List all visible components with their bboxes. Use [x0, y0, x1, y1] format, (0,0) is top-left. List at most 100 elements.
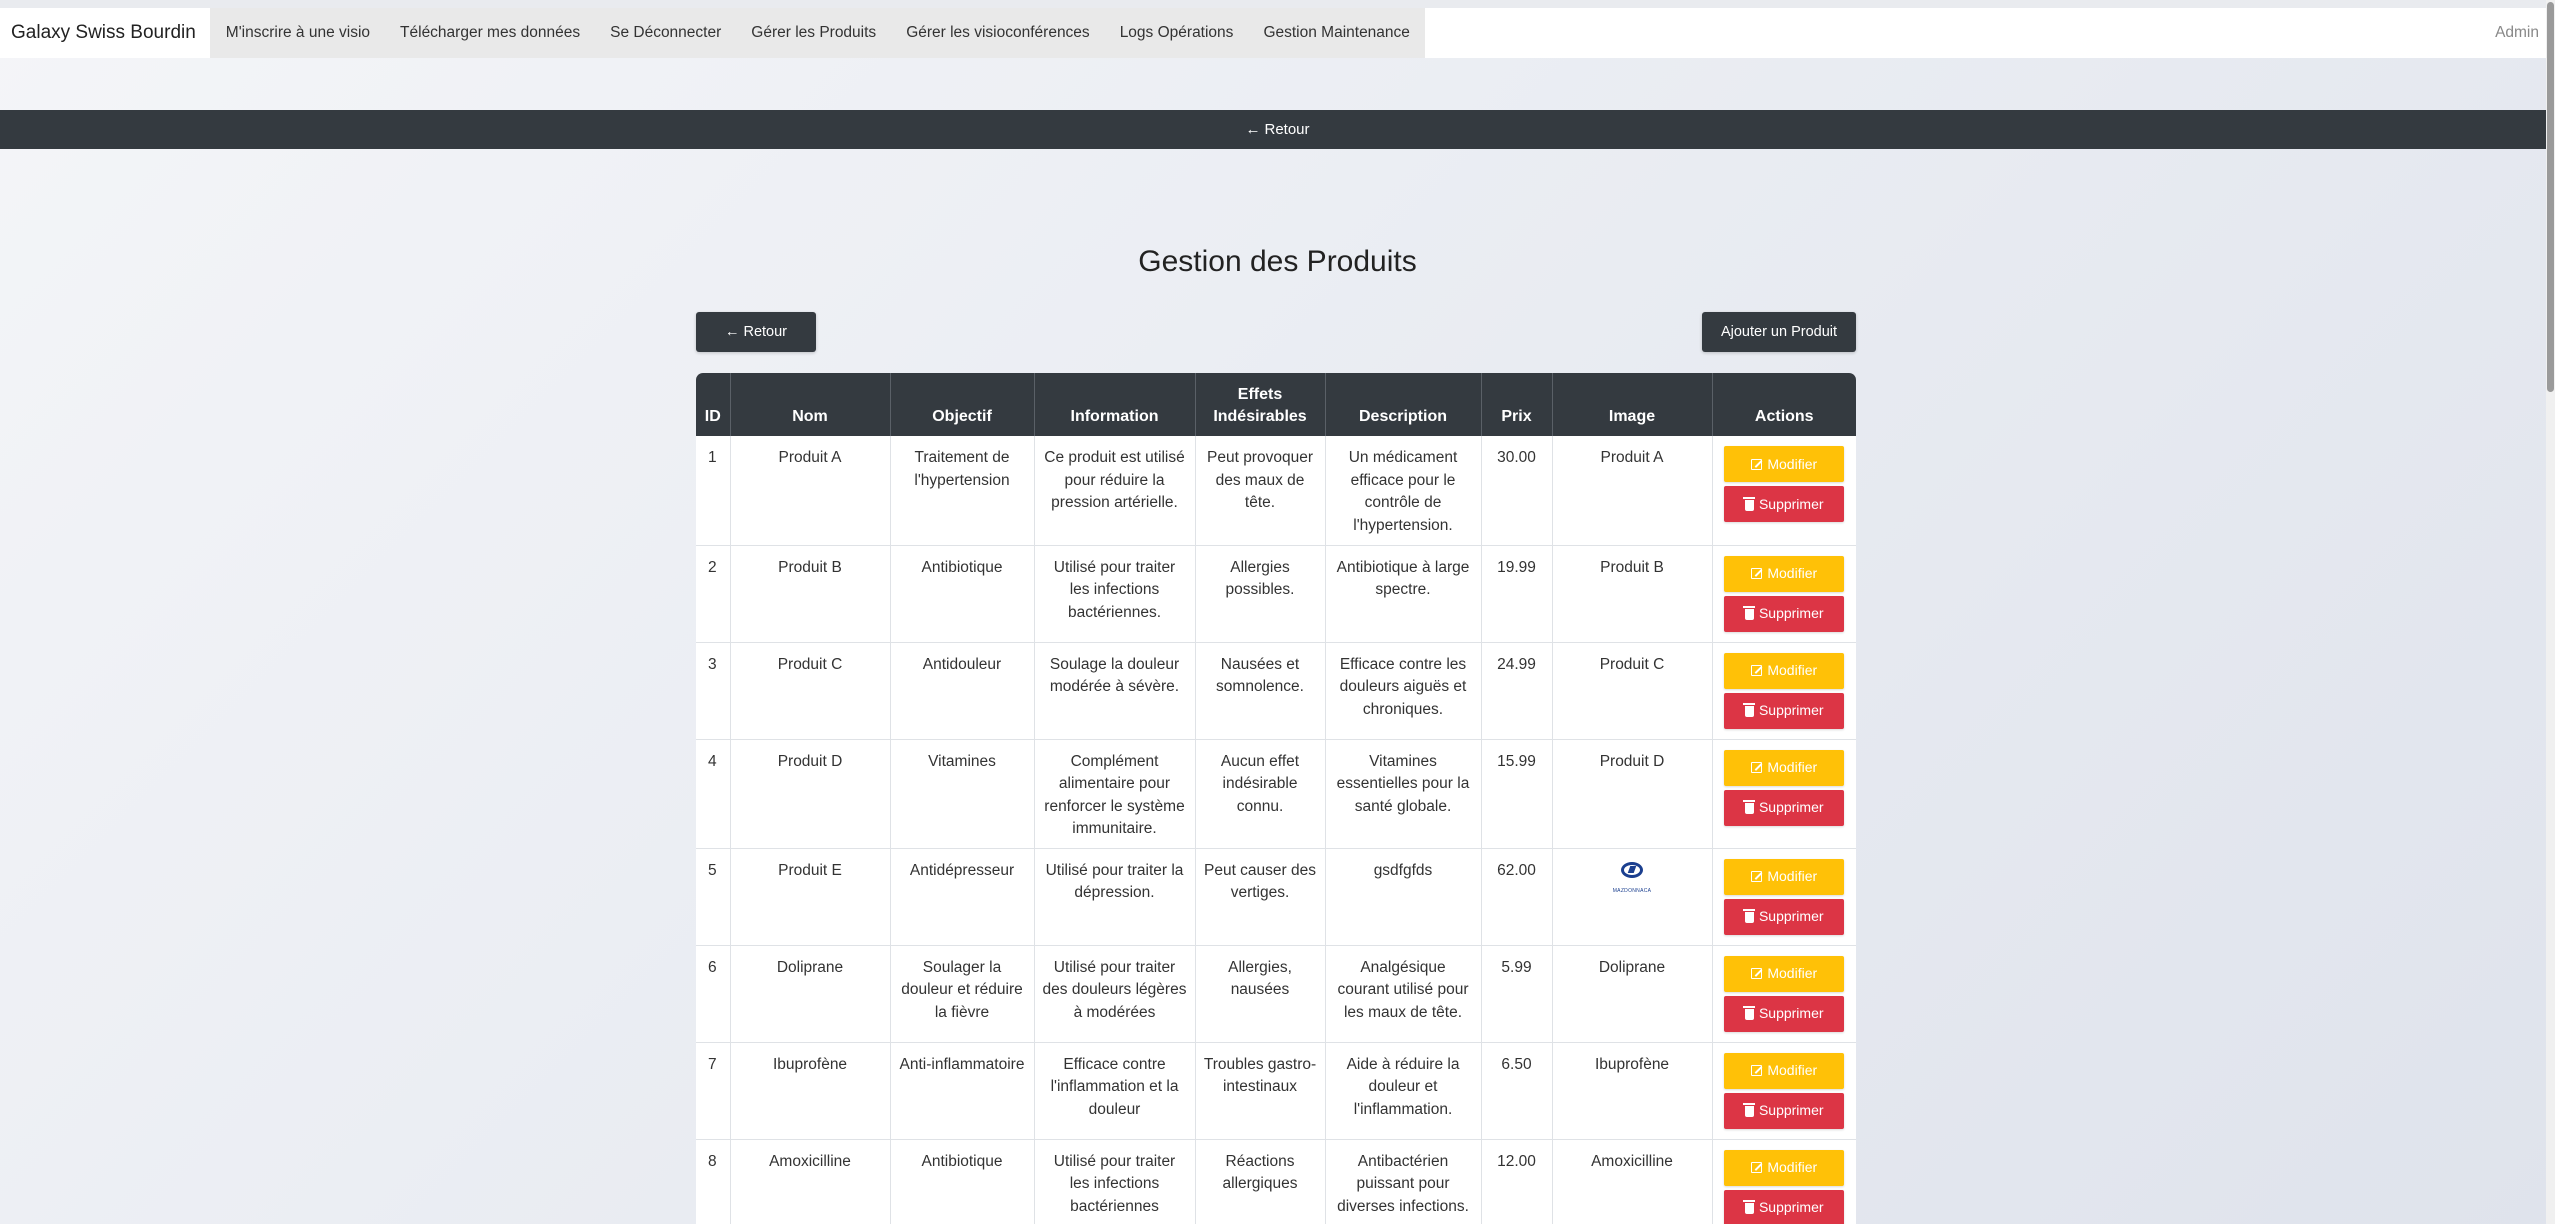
modify-button[interactable]: Modifier	[1724, 955, 1845, 992]
cell-prix: 5.99	[1481, 945, 1553, 1043]
logo-mark-icon	[1621, 861, 1643, 878]
cell-prix: 19.99	[1481, 545, 1553, 643]
cell-effets: Allergies, nausées	[1195, 945, 1326, 1043]
nav-link-logout[interactable]: Se Déconnecter	[595, 8, 736, 58]
top-back-bar[interactable]: ← Retour	[0, 110, 2555, 149]
cell-objectif: Soulager la douleur et réduire la fièvre	[890, 945, 1035, 1043]
modify-button[interactable]: Modifier	[1724, 1149, 1845, 1186]
modify-label: Modifier	[1767, 455, 1818, 472]
trash-icon	[1743, 1103, 1756, 1117]
modify-button[interactable]: Modifier	[1724, 446, 1845, 482]
header-objectif: Objectif	[890, 373, 1035, 436]
cell-actions: Modifier Supprimer	[1712, 945, 1856, 1043]
trash-icon	[1743, 800, 1756, 814]
trash-icon	[1743, 606, 1756, 620]
page-scrollbar[interactable]	[2546, 0, 2555, 1224]
nav-link-maintenance[interactable]: Gestion Maintenance	[1248, 8, 1424, 58]
nav-link-manage-products[interactable]: Gérer les Produits	[736, 8, 891, 58]
page-title: Gestion des Produits	[1138, 245, 1417, 278]
nav-links: M'inscrire à une visio Télécharger mes d…	[209, 8, 1425, 58]
table-row: 3 Produit C Antidouleur Soulage la doule…	[696, 642, 1856, 740]
header-description: Description	[1325, 373, 1482, 436]
cell-prix: 30.00	[1481, 436, 1553, 546]
cell-image: Produit D	[1552, 739, 1713, 849]
cell-image: Amoxicilline	[1552, 1139, 1713, 1224]
cell-information: Utilisé pour traiter les infections bact…	[1034, 545, 1196, 643]
trash-icon	[1743, 1200, 1756, 1214]
modify-label: Modifier	[1767, 1062, 1818, 1079]
top-back-label: Retour	[1264, 121, 1310, 138]
table-row: 7 Ibuprofène Anti-inflammatoire Efficace…	[696, 1042, 1856, 1140]
nav-link-register-visio[interactable]: M'inscrire à une visio	[210, 8, 385, 58]
products-table: ID Nom Objectif Information Effets Indési…	[696, 373, 1856, 1224]
header-information: Information	[1034, 373, 1196, 436]
add-product-label: Ajouter un Produit	[1720, 324, 1838, 340]
modify-label: Modifier	[1767, 1159, 1818, 1176]
modify-label: Modifier	[1767, 565, 1818, 582]
cell-description: Antibiotique à large spectre.	[1325, 545, 1482, 643]
cell-description: Analgésique courant utilisé pour les mau…	[1325, 945, 1482, 1043]
edit-icon	[1751, 458, 1763, 470]
edit-icon	[1751, 1065, 1763, 1076]
delete-label: Supprimer	[1758, 495, 1824, 512]
nav-link-manage-visio[interactable]: Gérer les visioconférences	[891, 8, 1105, 58]
cell-description: Efficace contre les douleurs aiguës et c…	[1325, 642, 1482, 740]
delete-button[interactable]: Supprimer	[1724, 789, 1845, 826]
delete-button[interactable]: Supprimer	[1724, 486, 1845, 522]
cell-information: Utilisé pour traiter la dépression.	[1034, 848, 1196, 946]
back-button[interactable]: ← Retour	[696, 312, 816, 352]
delete-button[interactable]: Supprimer	[1724, 1092, 1845, 1129]
brand-link[interactable]: Galaxy Swiss Bourdin	[0, 8, 210, 58]
cell-actions: Modifier Supprimer	[1712, 642, 1856, 740]
cell-information: Ce produit est utilisé pour réduire la p…	[1034, 436, 1196, 546]
cell-information: Complément alimentaire pour renforcer le…	[1034, 739, 1196, 849]
delete-button[interactable]: Supprimer	[1724, 995, 1845, 1032]
delete-label: Supprimer	[1758, 605, 1824, 622]
modify-label: Modifier	[1767, 662, 1818, 679]
cell-nom: Produit A	[730, 436, 891, 546]
delete-button[interactable]: Supprimer	[1724, 595, 1845, 632]
table-row: 4 Produit D Vitamines Complément aliment…	[696, 739, 1856, 849]
header-effets-line1: Effets	[1237, 386, 1283, 403]
cell-nom: Doliprane	[730, 945, 891, 1043]
cell-nom: Produit E	[730, 848, 891, 946]
cell-information: Utilisé pour traiter les infections bact…	[1034, 1139, 1196, 1224]
scrollbar-thumb[interactable]	[2547, 2, 2554, 392]
delete-label: Supprimer	[1758, 908, 1824, 925]
modify-button[interactable]: Modifier	[1724, 1052, 1845, 1089]
header-effets: Effets Indésirables	[1195, 373, 1326, 436]
nav-link-logs[interactable]: Logs Opérations	[1105, 8, 1249, 58]
cell-objectif: Antidouleur	[890, 642, 1035, 740]
delete-label: Supprimer	[1758, 1102, 1824, 1119]
cell-description: Vitamines essentielles pour la santé glo…	[1325, 739, 1482, 849]
header-effets-line2: Indésirables	[1213, 408, 1307, 425]
delete-label: Supprimer	[1758, 702, 1824, 719]
modify-button[interactable]: Modifier	[1724, 749, 1845, 786]
delete-button[interactable]: Supprimer	[1724, 692, 1845, 729]
cell-image: Produit B	[1552, 545, 1713, 643]
modify-button[interactable]: Modifier	[1724, 858, 1845, 895]
arrow-left-icon: ←	[724, 324, 740, 340]
cell-actions: Modifier Supprimer	[1712, 739, 1856, 849]
modify-button[interactable]: Modifier	[1724, 652, 1845, 689]
cell-effets: Nausées et somnolence.	[1195, 642, 1326, 740]
cell-id: 2	[696, 545, 731, 643]
delete-button[interactable]: Supprimer	[1724, 1189, 1845, 1224]
cell-image: Produit C	[1552, 642, 1713, 740]
cell-prix: 12.00	[1481, 1139, 1553, 1224]
cell-actions: Modifier Supprimer	[1712, 1042, 1856, 1140]
trash-icon	[1743, 1006, 1756, 1020]
cell-nom: Amoxicilline	[730, 1139, 891, 1224]
cell-information: Utilisé pour traiter des douleurs légère…	[1034, 945, 1196, 1043]
cell-id: 8	[696, 1139, 731, 1224]
cell-effets: Aucun effet indésirable connu.	[1195, 739, 1326, 849]
add-product-button[interactable]: Ajouter un Produit	[1702, 312, 1856, 352]
cell-nom: Produit B	[730, 545, 891, 643]
cell-objectif: Antibiotique	[890, 545, 1035, 643]
delete-button[interactable]: Supprimer	[1724, 898, 1845, 935]
cell-objectif: Antidépresseur	[890, 848, 1035, 946]
cell-objectif: Anti-inflammatoire	[890, 1042, 1035, 1140]
modify-button[interactable]: Modifier	[1724, 555, 1845, 592]
nav-link-download-data[interactable]: Télécharger mes données	[385, 8, 595, 58]
cell-prix: 6.50	[1481, 1042, 1553, 1140]
